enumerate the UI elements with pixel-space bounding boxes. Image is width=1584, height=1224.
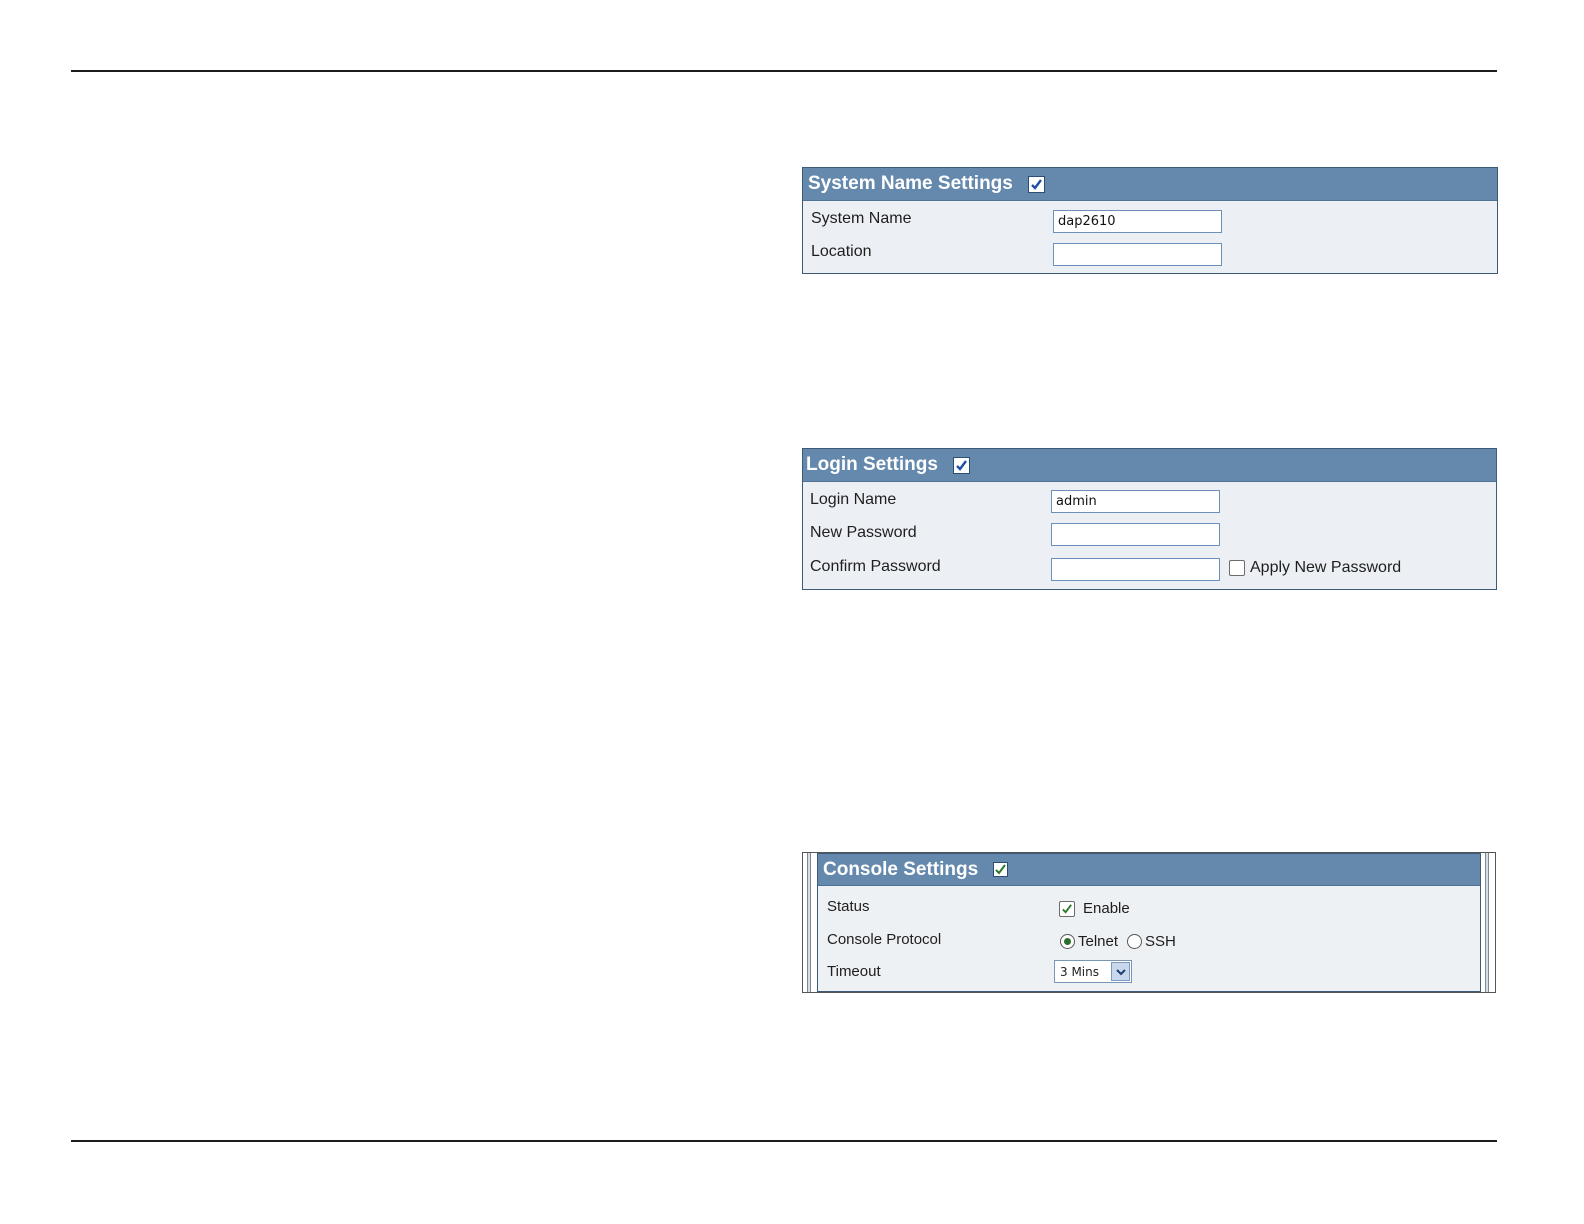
login-header-checkbox[interactable] bbox=[952, 456, 970, 474]
telnet-radio[interactable] bbox=[1060, 934, 1075, 949]
enable-row: Enable bbox=[1059, 900, 1130, 917]
telnet-label: Telnet bbox=[1078, 933, 1119, 950]
enable-label: Enable bbox=[1083, 900, 1130, 917]
console-header: Console Settings bbox=[818, 854, 1480, 886]
login-name-row: Login Name bbox=[810, 491, 896, 509]
location-label: Location bbox=[811, 243, 872, 260]
console-header-checkbox[interactable] bbox=[993, 862, 1009, 877]
bottom-rule bbox=[71, 1140, 1497, 1142]
console-panel: Console Settings Status Enable Console P… bbox=[817, 853, 1481, 992]
enable-checkbox[interactable] bbox=[1059, 900, 1075, 917]
check-icon bbox=[956, 459, 967, 471]
timeout-value: 3 Mins bbox=[1060, 964, 1099, 979]
console-title: Console Settings bbox=[823, 858, 979, 880]
system-name-panel: System Name Settings System Name dap2610… bbox=[802, 167, 1498, 274]
login-panel: Login Settings Login Name admin New Pass… bbox=[802, 448, 1497, 590]
left-frame-bar bbox=[807, 853, 811, 992]
confirm-password-input[interactable] bbox=[1051, 558, 1220, 581]
system-name-header: System Name Settings bbox=[803, 168, 1497, 201]
login-name-input[interactable]: admin bbox=[1051, 490, 1220, 513]
radio-selected-dot bbox=[1064, 938, 1071, 945]
apply-new-password-row: Apply New Password bbox=[1229, 559, 1401, 577]
location-row: Location bbox=[811, 243, 872, 261]
login-name-label: Login Name bbox=[810, 491, 897, 508]
console-panel-frame: Console Settings Status Enable Console P… bbox=[802, 852, 1496, 993]
protocol-row: Console Protocol bbox=[827, 931, 941, 948]
timeout-row: Timeout bbox=[827, 963, 881, 980]
status-row: Status bbox=[827, 898, 870, 915]
timeout-select[interactable]: 3 Mins bbox=[1054, 960, 1132, 983]
login-title: Login Settings bbox=[806, 454, 938, 475]
system-name-header-checkbox[interactable] bbox=[1027, 175, 1045, 193]
ssh-radio[interactable] bbox=[1127, 934, 1143, 949]
system-name-input[interactable]: dap2610 bbox=[1053, 210, 1222, 233]
system-name-label: System Name bbox=[811, 210, 912, 227]
check-icon bbox=[995, 864, 1006, 875]
new-password-input[interactable] bbox=[1051, 523, 1220, 546]
system-name-row: System Name bbox=[811, 210, 911, 228]
system-name-title: System Name Settings bbox=[808, 173, 1013, 194]
location-input[interactable] bbox=[1053, 243, 1222, 266]
new-password-label: New Password bbox=[810, 524, 917, 541]
protocol-options: Telnet SSH bbox=[1060, 933, 1176, 950]
ssh-label: SSH bbox=[1145, 933, 1176, 950]
right-frame-bar bbox=[1485, 853, 1489, 992]
confirm-password-row: Confirm Password bbox=[810, 558, 941, 576]
check-icon bbox=[1062, 903, 1072, 914]
chevron-down-icon[interactable] bbox=[1111, 962, 1130, 981]
top-rule bbox=[71, 70, 1497, 72]
login-header: Login Settings bbox=[803, 449, 1496, 482]
apply-new-password-checkbox[interactable] bbox=[1229, 560, 1245, 576]
console-protocol-label: Console Protocol bbox=[827, 931, 942, 948]
timeout-label: Timeout bbox=[827, 963, 881, 980]
check-icon bbox=[1031, 178, 1042, 190]
status-label: Status bbox=[827, 898, 870, 915]
confirm-password-label: Confirm Password bbox=[810, 558, 941, 575]
new-password-row: New Password bbox=[810, 524, 917, 542]
apply-new-password-label: Apply New Password bbox=[1250, 559, 1402, 576]
